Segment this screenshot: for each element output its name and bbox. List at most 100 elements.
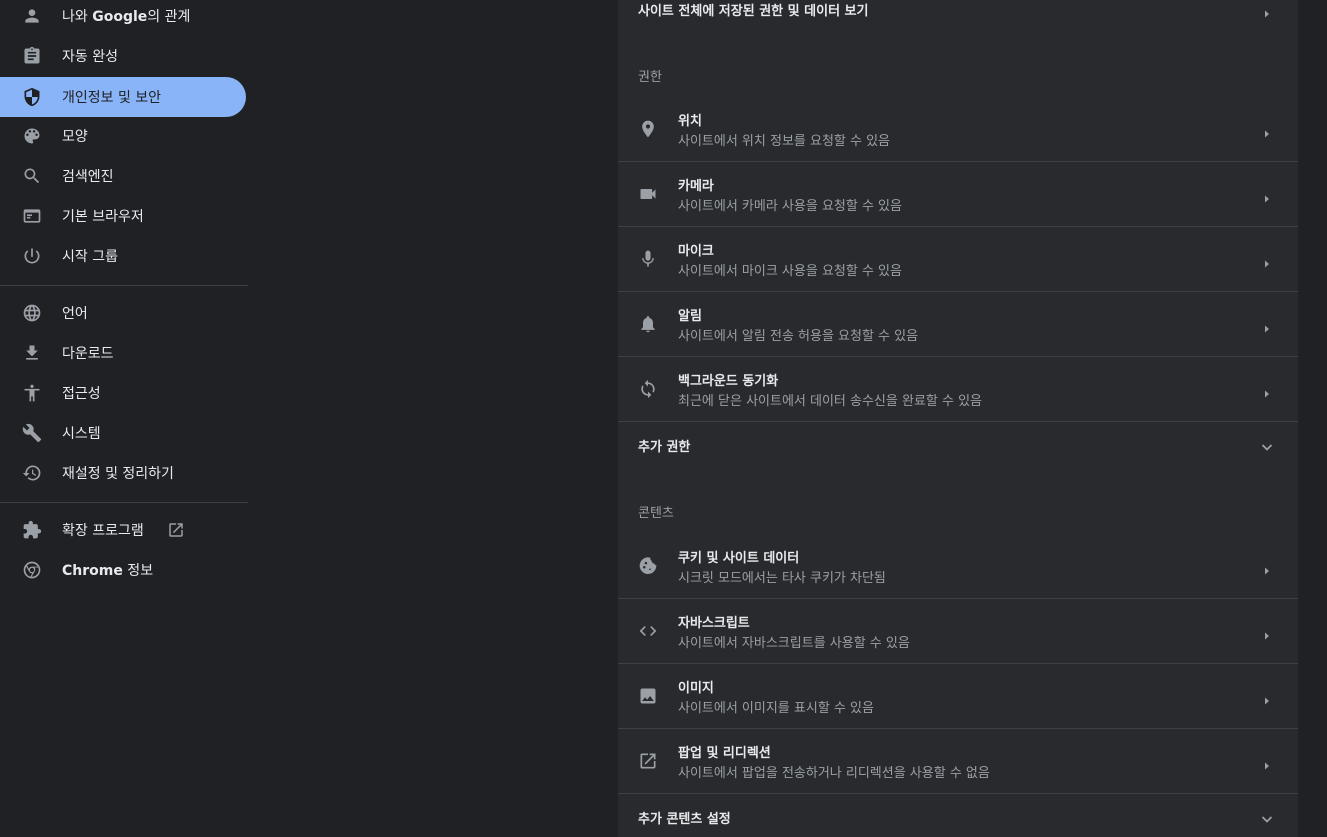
arrow-right-icon <box>1262 756 1272 770</box>
arrow-right-icon <box>1262 319 1272 333</box>
permission-row-camera[interactable]: 카메라 사이트에서 카메라 사용을 요청할 수 있음 <box>618 162 1298 226</box>
row-title: 카메라 <box>678 179 714 194</box>
row-subtitle: 사이트에서 이미지를 표시할 수 있음 <box>678 701 874 716</box>
download-icon <box>22 343 42 363</box>
camera-icon <box>638 184 658 204</box>
arrow-right-icon <box>1262 384 1272 398</box>
row-subtitle: 사이트에서 자바스크립트를 사용할 수 있음 <box>678 636 910 651</box>
row-title: 위치 <box>678 114 702 129</box>
code-icon <box>638 621 658 641</box>
arrow-right-icon <box>1262 4 1272 18</box>
sidebar-item-label: 시작 그룹 <box>62 249 118 265</box>
sidebar-item-accessibility[interactable]: 접근성 <box>0 373 246 413</box>
sidebar-item-label: 접근성 <box>62 386 101 402</box>
content-section-label: 콘텐츠 <box>638 506 674 521</box>
arrow-right-icon <box>1262 189 1272 203</box>
row-subtitle: 사이트에서 팝업을 전송하거나 리디렉션을 사용할 수 없음 <box>678 766 990 781</box>
globe-icon <box>22 303 42 323</box>
sidebar-item-reset[interactable]: 재설정 및 정리하기 <box>0 453 246 493</box>
person-icon <box>22 6 42 26</box>
sidebar-item-label: 다운로드 <box>62 346 114 362</box>
sidebar-divider <box>0 502 248 503</box>
shield-icon <box>22 87 42 107</box>
row-subtitle: 사이트에서 마이크 사용을 요청할 수 있음 <box>678 264 902 279</box>
cookie-icon <box>638 556 658 576</box>
more-permissions-row[interactable]: 추가 권한 <box>618 422 1298 468</box>
sidebar-item-label: 나와 Google의 관계 <box>62 9 191 25</box>
sidebar-item-label: 시스템 <box>62 426 101 442</box>
sidebar-item-label: 모양 <box>62 129 88 145</box>
sidebar-item-label: Chrome 정보 <box>62 563 154 579</box>
content-row-popups[interactable]: 팝업 및 리디렉션 사이트에서 팝업을 전송하거나 리디렉션을 사용할 수 없음 <box>618 729 1298 793</box>
arrow-right-icon <box>1262 254 1272 268</box>
accessibility-icon <box>22 383 42 403</box>
clipboard-icon <box>22 46 42 66</box>
sidebar-item-privacy-security[interactable]: 개인정보 및 보안 <box>0 77 246 117</box>
permission-row-background-sync[interactable]: 백그라운드 동기화 최근에 닫은 사이트에서 데이터 송수신을 완료할 수 있음 <box>618 357 1298 421</box>
row-title: 팝업 및 리디렉션 <box>678 746 771 761</box>
sidebar-divider <box>0 285 248 286</box>
chevron-down-icon <box>1260 439 1274 453</box>
more-content-settings-row[interactable]: 추가 콘텐츠 설정 <box>618 794 1298 837</box>
microphone-icon <box>638 249 658 269</box>
sidebar-item-label: 확장 프로그램 <box>62 523 144 539</box>
location-pin-icon <box>638 119 658 139</box>
arrow-right-icon <box>1262 691 1272 705</box>
arrow-right-icon <box>1262 124 1272 138</box>
sidebar-item-label: 언어 <box>62 306 88 322</box>
image-icon <box>638 686 658 706</box>
open-in-new-icon <box>638 751 658 771</box>
open-in-new-icon <box>167 521 185 539</box>
row-title: 사이트 전체에 저장된 권한 및 데이터 보기 <box>638 4 869 19</box>
row-title: 알림 <box>678 309 702 324</box>
row-title: 이미지 <box>678 681 714 696</box>
chrome-icon <box>22 560 42 580</box>
sync-icon <box>638 379 658 399</box>
sidebar-item-default-browser[interactable]: 기본 브라우저 <box>0 196 246 236</box>
sidebar-item-label: 검색엔진 <box>62 169 114 185</box>
arrow-right-icon <box>1262 561 1272 575</box>
row-subtitle: 시크릿 모드에서는 타사 쿠키가 차단됨 <box>678 571 886 586</box>
sidebar-item-extensions[interactable]: 확장 프로그램 <box>0 510 246 550</box>
sidebar: 나와 Google의 관계 자동 완성 개인정보 및 보안 모양 검색엔진 기본… <box>0 0 248 837</box>
sidebar-item-autofill[interactable]: 자동 완성 <box>0 36 246 76</box>
history-icon <box>22 463 42 483</box>
row-title: 자바스크립트 <box>678 616 750 631</box>
sidebar-item-on-startup[interactable]: 시작 그룹 <box>0 236 246 276</box>
row-subtitle: 최근에 닫은 사이트에서 데이터 송수신을 완료할 수 있음 <box>678 394 983 409</box>
content-row-images[interactable]: 이미지 사이트에서 이미지를 표시할 수 있음 <box>618 664 1298 728</box>
privacy-settings-card: 사이트 전체에 저장된 권한 및 데이터 보기 권한 위치 사이트에서 위치 정… <box>618 0 1298 837</box>
arrow-right-icon <box>1262 626 1272 640</box>
sidebar-item-label: 재설정 및 정리하기 <box>62 466 174 482</box>
browser-icon <box>22 206 42 226</box>
sidebar-item-search-engine[interactable]: 검색엔진 <box>0 156 246 196</box>
content-row-javascript[interactable]: 자바스크립트 사이트에서 자바스크립트를 사용할 수 있음 <box>618 599 1298 663</box>
settings-page: 나와 Google의 관계 자동 완성 개인정보 및 보안 모양 검색엔진 기본… <box>0 0 1327 837</box>
permission-row-location[interactable]: 위치 사이트에서 위치 정보를 요청할 수 있음 <box>618 97 1298 161</box>
wrench-icon <box>22 423 42 443</box>
row-subtitle: 사이트에서 알림 전송 허용을 요청할 수 있음 <box>678 329 919 344</box>
permissions-section-label: 권한 <box>638 70 662 85</box>
puzzle-icon <box>22 520 42 540</box>
content-row-cookies[interactable]: 쿠키 및 사이트 데이터 시크릿 모드에서는 타사 쿠키가 차단됨 <box>618 534 1298 598</box>
bell-icon <box>638 314 658 334</box>
permission-row-microphone[interactable]: 마이크 사이트에서 마이크 사용을 요청할 수 있음 <box>618 227 1298 291</box>
sidebar-item-about-chrome[interactable]: Chrome 정보 <box>0 550 246 590</box>
row-subtitle: 사이트에서 카메라 사용을 요청할 수 있음 <box>678 199 902 214</box>
row-title: 마이크 <box>678 244 714 259</box>
sidebar-item-label: 기본 브라우저 <box>62 209 144 225</box>
permission-row-notifications[interactable]: 알림 사이트에서 알림 전송 허용을 요청할 수 있음 <box>618 292 1298 356</box>
palette-icon <box>22 126 42 146</box>
sidebar-item-appearance[interactable]: 모양 <box>0 116 246 156</box>
sidebar-item-downloads[interactable]: 다운로드 <box>0 333 246 373</box>
sidebar-item-system[interactable]: 시스템 <box>0 413 246 453</box>
sidebar-item-languages[interactable]: 언어 <box>0 293 246 333</box>
row-title: 추가 콘텐츠 설정 <box>638 812 731 827</box>
all-site-data-row[interactable]: 사이트 전체에 저장된 권한 및 데이터 보기 <box>618 0 1298 26</box>
row-subtitle: 사이트에서 위치 정보를 요청할 수 있음 <box>678 134 891 149</box>
power-icon <box>22 246 42 266</box>
sidebar-item-label: 자동 완성 <box>62 49 118 65</box>
sidebar-item-you-and-google[interactable]: 나와 Google의 관계 <box>0 0 246 36</box>
search-icon <box>22 166 42 186</box>
sidebar-item-label: 개인정보 및 보안 <box>62 90 162 106</box>
